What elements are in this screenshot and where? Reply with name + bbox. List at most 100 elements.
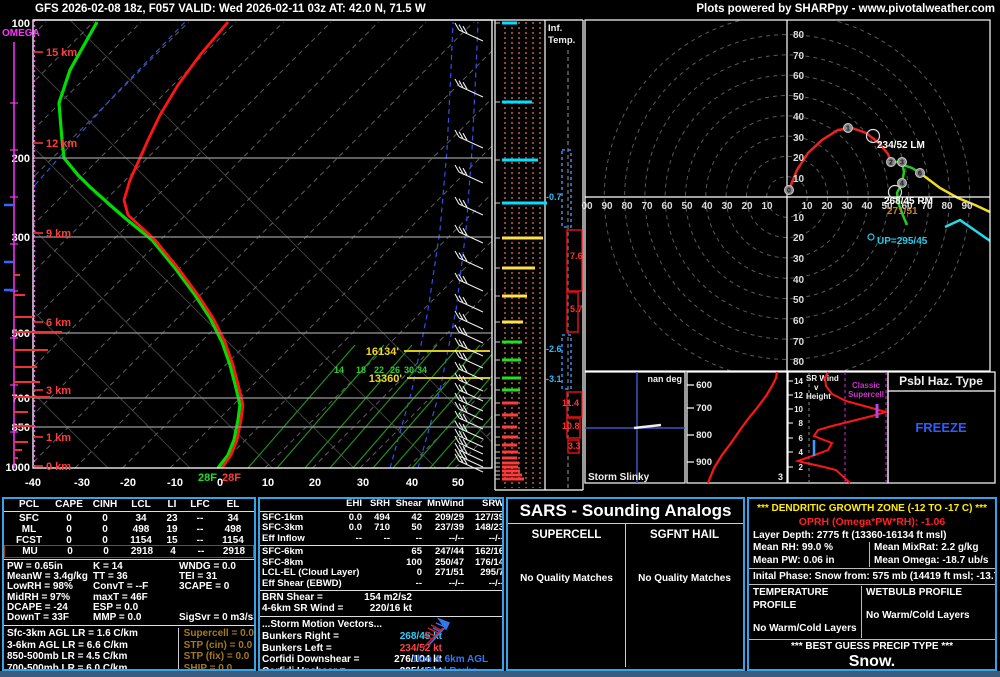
hodo-axis-label: 20: [793, 153, 805, 164]
line-shape: [454, 196, 460, 205]
parcel-cell: 34: [227, 513, 239, 524]
sars-hail-result: No Quality Matches: [638, 573, 731, 584]
initial-phase: Inital Phase: Snow from: 575 mb (14419 f…: [753, 571, 997, 582]
thetae-tick-label: 800: [696, 430, 712, 441]
parcel-cell: --: [196, 535, 204, 546]
srwind-title: Height: [806, 392, 831, 401]
skewt-frame: [32, 19, 493, 469]
parcel-cell: ML: [21, 524, 37, 535]
height-marker-label: 6: [918, 171, 922, 178]
hodo-axis-label: 50: [681, 201, 693, 212]
hodo-axis-label: 60: [661, 201, 673, 212]
skewt-diagram: 14 18 22 26 30 3416134'13360'1001000200300500…: [2, 18, 493, 489]
hodo-axis-label: 10: [793, 174, 805, 185]
parcel-row: MU 0 0 2918 4 -- 2918: [4, 545, 254, 558]
kinematics-cell: --/--: [448, 532, 464, 544]
height-km-label: 6 km: [46, 317, 71, 329]
mixing-ratio-line: [247, 344, 356, 468]
wind-barb-icon: [454, 453, 484, 473]
line-shape: [454, 78, 460, 87]
temp-axis-label: 30: [357, 477, 369, 489]
temp-axis-label: 40: [406, 477, 418, 489]
corfidi-up-marker: [867, 233, 875, 241]
parcel-cell: SFC: [19, 513, 39, 524]
parcel-cell: 498: [132, 524, 150, 535]
parcel-cell: --: [197, 546, 205, 557]
hodo-axis-label: 30: [793, 133, 805, 144]
temp-axis-label: -30: [74, 477, 90, 489]
hodo-axis-label: 20: [741, 201, 753, 212]
hodo-axis-label: 10: [793, 213, 805, 224]
height-marker-label: 2: [889, 160, 893, 167]
srwind-tick-label: 12: [794, 391, 803, 400]
hodograph-trace: [944, 218, 990, 243]
hodo-axis-label: 20: [793, 233, 805, 244]
thermo-index-cell: [179, 593, 251, 603]
parcel-cell: 0: [66, 535, 72, 546]
hodo-axis-label: 80: [793, 357, 805, 368]
hodograph-panel: 8070605040302010102030405060708000 90 80 70…: [581, 19, 991, 372]
line-shape: [454, 361, 460, 370]
kinematics-cell: 295/7: [480, 567, 504, 578]
lapse-rate-line: 700-500mb LR = 6.0 C/km: [7, 662, 128, 671]
advection-value: 11.4: [562, 398, 579, 408]
surface-temp-label: 28F: [198, 472, 217, 484]
kinematics-header-cell: MnWind: [427, 498, 464, 509]
moisture-advection-columns: Inf.Temp. -0.7 7.6 5.7 -2.6 -3.1 11.4 10.8 3.3: [33, 19, 584, 491]
divider: [4, 559, 254, 560]
kinematics-cell: 65: [411, 546, 422, 557]
kinematics-cell: 271/51: [434, 567, 464, 578]
kinematics-cell: 0.0: [348, 522, 362, 533]
line-shape: [454, 310, 460, 319]
isotherm-line: [122, 97, 492, 468]
line-shape: [454, 324, 460, 333]
hodo-annotation: 271/51: [887, 206, 918, 217]
kinematics-cell: 0: [416, 567, 422, 578]
hodo-axis-label: 50: [793, 92, 805, 103]
parcel-cell: 0: [102, 524, 108, 535]
kinematics-cell: SFC-3km: [262, 522, 304, 533]
dgz-mean-mixrat: Mean MixRat: 2.2 g/kg: [869, 542, 995, 555]
srwind-title: SR Wind: [806, 374, 839, 383]
kinematics-cell: [338, 568, 362, 579]
hodo-axis-label: 40: [793, 112, 805, 123]
wind-barb-icon: [454, 372, 484, 392]
sars-title: SARS - Sounding Analogs: [508, 499, 743, 524]
kinematics-panel: EHI SRH Shear MnWind SRW SFC-1km 0.0 494 42 209/2…: [258, 497, 504, 671]
dgz-mean-omega: Mean Omega: -18.7 ub/s: [869, 554, 995, 567]
kinematics-cell: [362, 579, 390, 590]
inf-temp-title: Inf.: [548, 23, 562, 34]
temp-axis-label: -10: [167, 477, 183, 489]
hodo-axis-label: 80: [941, 201, 953, 212]
height-marker-label: 1: [846, 126, 850, 133]
wetbulb-profile-result: No Warm/Cold Layers: [866, 610, 970, 621]
line-shape: [454, 164, 460, 173]
parcel-cell: 19: [166, 524, 178, 535]
dgz-title: *** DENDRITIC GROWTH ZONE (-12 TO -17 C)…: [757, 503, 987, 514]
srwind-tick-label: 2: [799, 463, 804, 472]
wind-barb-caption: 1km & 6km AGL Wind Barbs: [402, 615, 498, 669]
kinematics-row: Eff Shear (EBWD) -- --/-- --/--: [260, 578, 502, 590]
parcel-row: ML 0 0 498 19 -- 498: [4, 524, 254, 535]
temperature-profile-column: TEMPERATURE PROFILE No Warm/Cold Layers: [749, 586, 861, 638]
supercell-index-line: STP (cin) = 0.0: [183, 639, 253, 651]
mixing-ratio-line: [304, 344, 413, 468]
kinematics-cell: --: [415, 532, 422, 544]
dgz-stats-grid: Mean RH: 99.0 % Mean MixRat: 2.2 g/kg Me…: [749, 542, 995, 567]
parcel-table-header: PCL CAPE CINH LCL LI LFC EL: [4, 499, 254, 512]
srwind-tick-label: 14: [794, 377, 803, 386]
dgz-mean-pw: Mean PW: 0.06 in: [753, 554, 835, 566]
inset-panels: nan deg Storm Slinky 600 700 800 900 3 14 12 10 8 6…: [584, 371, 996, 484]
wind-barb-icon: [454, 22, 484, 42]
sars-hail-header: SGFNT HAIL: [650, 529, 719, 541]
temp-axis-label: -20: [120, 477, 136, 489]
lapse-rate-line: Sfc-3km AGL LR = 1.6 C/km: [7, 628, 138, 640]
height-km-label: 1 km: [46, 432, 71, 444]
wind-barb-column: [454, 22, 484, 473]
line-shape: [454, 250, 460, 259]
height-marker-label: 4: [900, 181, 904, 188]
parcel-header-cell: CINH: [92, 499, 118, 510]
dgz-height-label: 16134': [366, 346, 400, 358]
kinematics-cell: 247/44: [434, 546, 464, 557]
advection-box: [561, 334, 572, 390]
